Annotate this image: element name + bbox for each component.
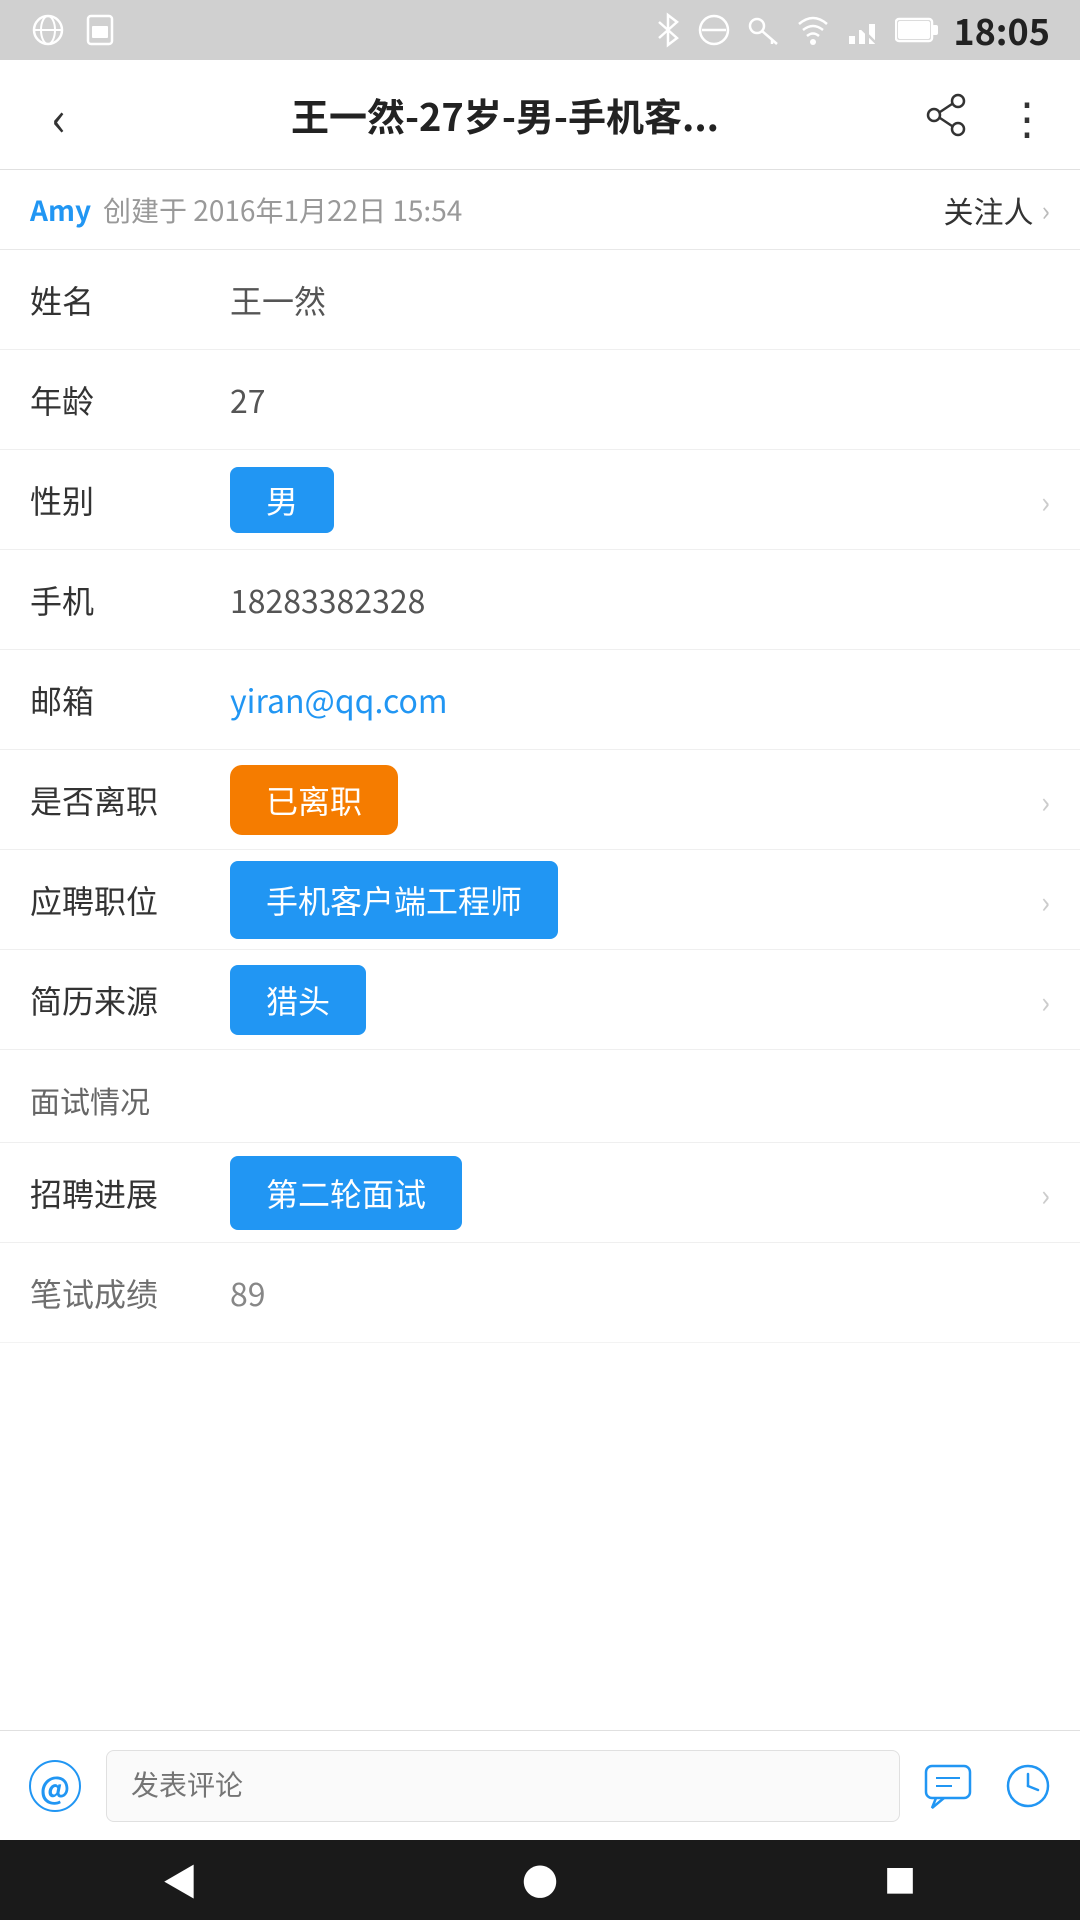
field-row-recruit-progress[interactable]: 招聘进展 第二轮面试 › xyxy=(0,1143,1080,1243)
label-recruit-progress: 招聘进展 xyxy=(30,1170,230,1216)
battery-icon xyxy=(895,14,939,46)
value-recruit-progress: 第二轮面试 xyxy=(230,1156,1041,1230)
value-source: 猎头 xyxy=(230,965,1041,1035)
clock-icon-button[interactable] xyxy=(996,1754,1060,1818)
no-signal-icon xyxy=(845,12,881,48)
share-icon xyxy=(924,93,968,137)
back-arrow-icon: ‹ xyxy=(52,91,67,139)
android-back-icon: ◀ xyxy=(162,1854,198,1906)
android-nav-bar: ◀ ● ■ xyxy=(0,1840,1080,1920)
android-home-icon: ● xyxy=(522,1854,558,1906)
value-email: yiran@qq.com xyxy=(230,677,1050,723)
recruit-progress-arrow-icon: › xyxy=(1041,1171,1050,1215)
comment-icon xyxy=(922,1760,974,1812)
field-row-exam-score: 笔试成绩 89 xyxy=(0,1243,1080,1343)
comment-icon-button[interactable] xyxy=(916,1754,980,1818)
value-position: 手机客户端工程师 xyxy=(230,861,1041,939)
android-home-button[interactable]: ● xyxy=(500,1840,580,1920)
name-text: 王一然 xyxy=(230,277,326,323)
resigned-arrow-icon: › xyxy=(1041,778,1050,822)
back-button[interactable]: ‹ xyxy=(24,80,94,150)
clock-icon xyxy=(1002,1760,1054,1812)
android-recents-icon: ■ xyxy=(884,1857,916,1903)
created-text: 创建于 2016年1月22日 15:54 xyxy=(103,190,462,230)
position-arrow-icon: › xyxy=(1041,878,1050,922)
label-age: 年龄 xyxy=(30,377,230,423)
android-back-button[interactable]: ◀ xyxy=(140,1840,220,1920)
follow-label: 关注人 xyxy=(944,188,1034,232)
field-row-gender[interactable]: 性别 男 › xyxy=(0,450,1080,550)
field-row-age: 年龄 27 xyxy=(0,350,1080,450)
more-button[interactable]: ⋮ xyxy=(996,85,1056,145)
field-row-position[interactable]: 应聘职位 手机客户端工程师 › xyxy=(0,850,1080,950)
gender-arrow-icon: › xyxy=(1041,478,1050,522)
page-title: 王一然-27岁-男-手机客... xyxy=(94,87,916,142)
label-position: 应聘职位 xyxy=(30,877,230,923)
value-exam-score: 89 xyxy=(230,1270,1050,1316)
field-row-email: 邮箱 yiran@qq.com xyxy=(0,650,1080,750)
sim-icon xyxy=(82,12,118,48)
value-name: 王一然 xyxy=(230,277,1050,323)
nav-actions: ⋮ xyxy=(916,85,1056,145)
recruit-progress-badge[interactable]: 第二轮面试 xyxy=(230,1156,462,1230)
field-row-source[interactable]: 简历来源 猎头 › xyxy=(0,950,1080,1050)
field-row-name: 姓名 王一然 xyxy=(0,250,1080,350)
value-phone: 18283382328 xyxy=(230,577,1050,623)
globe-icon xyxy=(30,12,66,48)
label-email: 邮箱 xyxy=(30,677,230,723)
android-recents-button[interactable]: ■ xyxy=(860,1840,940,1920)
position-badge[interactable]: 手机客户端工程师 xyxy=(230,861,558,939)
source-arrow-icon: › xyxy=(1041,978,1050,1022)
creator-name[interactable]: Amy xyxy=(30,190,91,230)
more-icon: ⋮ xyxy=(1005,83,1047,147)
key-icon xyxy=(745,12,781,48)
gender-badge[interactable]: 男 xyxy=(230,467,334,533)
at-button[interactable]: @ xyxy=(20,1751,90,1821)
resigned-badge[interactable]: 已离职 xyxy=(230,765,398,835)
label-exam-score: 笔试成绩 xyxy=(30,1270,230,1316)
field-row-phone: 手机 18283382328 xyxy=(0,550,1080,650)
status-bar-left-icons xyxy=(30,12,118,48)
block-icon xyxy=(697,13,731,47)
status-time: 18:05 xyxy=(953,4,1050,56)
bottom-input-bar: @ xyxy=(0,1730,1080,1840)
top-navigation: ‹ 王一然-27岁-男-手机客... ⋮ xyxy=(0,60,1080,170)
share-button[interactable] xyxy=(916,85,976,145)
age-text: 27 xyxy=(230,377,266,423)
value-resigned: 已离职 xyxy=(230,765,1041,835)
value-gender: 男 xyxy=(230,467,1041,533)
creator-bar: Amy 创建于 2016年1月22日 15:54 关注人 › xyxy=(0,170,1080,250)
label-phone: 手机 xyxy=(30,577,230,623)
status-bar-right-icons: 18:05 xyxy=(653,4,1050,56)
follow-arrow-icon: › xyxy=(1042,190,1050,230)
exam-score-text: 89 xyxy=(230,1270,266,1316)
label-gender: 性别 xyxy=(30,477,230,523)
at-icon: @ xyxy=(29,1760,81,1812)
phone-text: 18283382328 xyxy=(230,577,425,623)
content-area: 姓名 王一然 年龄 27 性别 男 › 手机 18283382328 邮箱 yi… xyxy=(0,250,1080,1730)
comment-input[interactable] xyxy=(106,1750,900,1822)
bluetooth-icon xyxy=(653,12,683,48)
interview-section-label: 面试情况 xyxy=(30,1078,150,1122)
label-source: 简历来源 xyxy=(30,977,230,1023)
creator-info: Amy 创建于 2016年1月22日 15:54 xyxy=(30,190,462,230)
status-bar: 18:05 xyxy=(0,0,1080,60)
at-symbol: @ xyxy=(40,1764,70,1808)
value-age: 27 xyxy=(230,377,1050,423)
wifi-icon xyxy=(795,12,831,48)
label-resigned: 是否离职 xyxy=(30,777,230,823)
source-badge[interactable]: 猎头 xyxy=(230,965,366,1035)
field-row-resigned[interactable]: 是否离职 已离职 › xyxy=(0,750,1080,850)
email-link[interactable]: yiran@qq.com xyxy=(230,677,448,723)
follow-button[interactable]: 关注人 › xyxy=(944,188,1050,232)
label-name: 姓名 xyxy=(30,277,230,323)
interview-section-header: 面试情况 xyxy=(0,1050,1080,1143)
